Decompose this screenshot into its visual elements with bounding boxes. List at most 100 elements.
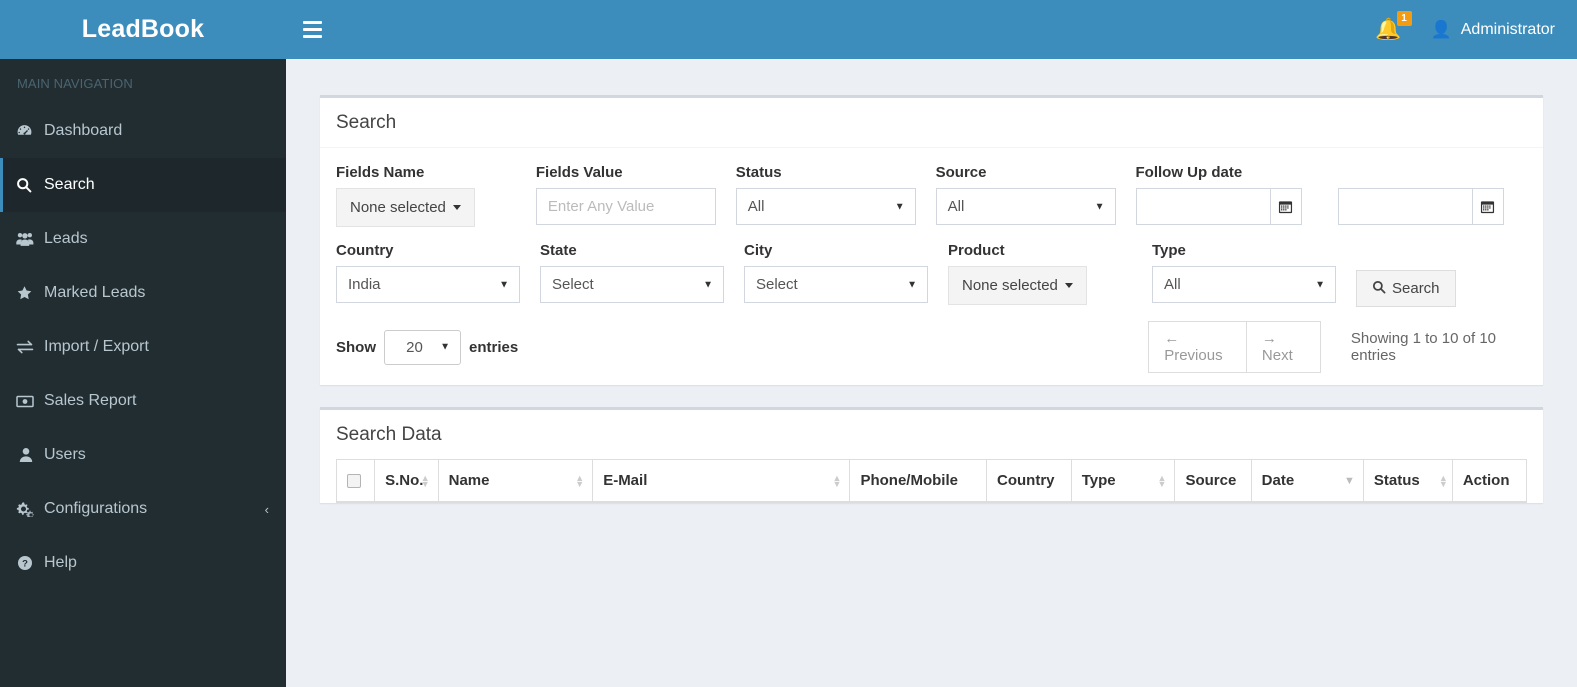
select-all-checkbox[interactable] [347, 474, 361, 489]
column-select-all[interactable] [335, 459, 376, 503]
hamburger-bar [302, 21, 322, 24]
product-value: None selected [962, 277, 1058, 294]
sidebar-item-label: Help [44, 554, 77, 571]
table-header-row: S.No. ▲ ▼ Name ▲ ▼ E-Mail ▲ ▼ Phone/Mobi… [335, 459, 1528, 503]
column-label: Date [1261, 472, 1295, 489]
state-select[interactable]: Select ▼ [540, 266, 724, 303]
follow-up-date-to-input[interactable] [1337, 188, 1472, 225]
country-value: India [348, 276, 381, 293]
search-data-title: Search Data [336, 424, 442, 445]
chevron-left-icon: ‹ [264, 501, 269, 517]
sidebar-item-leads[interactable]: Leads [0, 212, 286, 266]
column-label: E-Mail [603, 472, 648, 489]
sidebar-item-sales-report[interactable]: Sales Report [0, 374, 286, 428]
show-entries-suffix: entries [469, 338, 519, 356]
sidebar-item-search[interactable]: Search [0, 158, 286, 212]
type-select[interactable]: All ▼ [1152, 266, 1336, 303]
column-email[interactable]: E-Mail ▲ ▼ [592, 459, 851, 503]
column-status[interactable]: Status ▲ ▼ [1362, 459, 1453, 503]
sort-desc-icon: ▼ [1344, 474, 1355, 487]
search-icon [1372, 280, 1386, 298]
star-icon [16, 285, 44, 301]
sidebar-item-label: Search [44, 176, 95, 193]
city-value: Select [756, 276, 798, 293]
sidebar-item-marked-leads[interactable]: Marked Leads [0, 266, 286, 320]
state-value: Select [552, 276, 594, 293]
column-label: Type [1081, 472, 1116, 489]
sidebar-item-help[interactable]: ? Help [0, 536, 286, 590]
sidebar-item-configurations[interactable]: Configurations ‹ [0, 482, 286, 536]
fields-value-input[interactable] [535, 188, 716, 225]
chevron-down-icon: ▼ [907, 279, 917, 290]
column-type[interactable]: Type ▲ ▼ [1070, 459, 1176, 503]
pagination: ← Previous → Next [1148, 321, 1321, 373]
column-date[interactable]: Date ▼ [1250, 459, 1364, 503]
search-button-label: Search [1392, 280, 1440, 297]
source-label: Source [935, 164, 987, 181]
fields-value-label: Fields Value [535, 164, 623, 181]
showing-entries-info: Showing 1 to 10 of 10 entries [1350, 330, 1497, 364]
sort-icon: ▲ ▼ [1438, 472, 1448, 489]
notifications-button[interactable]: 🔔 1 [1358, 0, 1418, 59]
search-form-row-2: Country India ▼ State Select ▼ City Sele… [336, 242, 1527, 307]
calendar-icon[interactable] [1269, 188, 1302, 225]
app-logo[interactable]: LeadBook [0, 0, 286, 59]
search-data-table-wrap: S.No. ▲ ▼ Name ▲ ▼ E-Mail ▲ ▼ Phone/Mobi… [320, 459, 1543, 503]
hamburger-bar [302, 28, 322, 31]
sidebar-item-label: Dashboard [44, 122, 123, 139]
sidebar: MAIN NAVIGATION Dashboard Search Leads M… [0, 59, 286, 687]
column-sno[interactable]: S.No. ▲ ▼ [374, 459, 439, 503]
entries-per-page-value: 20 [406, 338, 423, 356]
sort-icon: ▲ ▼ [832, 472, 842, 489]
follow-up-date-from-input[interactable] [1135, 188, 1270, 225]
chevron-down-icon: ▼ [1094, 201, 1105, 212]
column-country[interactable]: Country [986, 459, 1072, 503]
follow-up-date-to [1337, 188, 1504, 225]
search-button[interactable]: Search [1356, 270, 1456, 307]
column-source[interactable]: Source [1174, 459, 1252, 503]
question-circle-icon: ? [16, 555, 44, 571]
search-form-row-1: Fields Name None selected Fields Value S… [336, 164, 1527, 227]
country-select[interactable]: India ▼ [336, 266, 520, 303]
user-icon: 👤 [1430, 19, 1452, 39]
status-select[interactable]: All ▼ [735, 188, 916, 225]
search-data-header: Search Data [320, 410, 1543, 459]
sidebar-item-label: Users [44, 446, 86, 463]
next-page-button[interactable]: → Next [1246, 321, 1321, 373]
user-menu[interactable]: 👤 Administrator [1419, 0, 1577, 59]
chevron-down-icon [1064, 283, 1073, 288]
column-phone-mobile[interactable]: Phone/Mobile [849, 459, 988, 503]
state-label: State [540, 242, 577, 259]
column-name[interactable]: Name ▲ ▼ [437, 459, 594, 503]
notification-badge: 1 [1396, 11, 1412, 26]
fields-name-multiselect[interactable]: None selected [336, 188, 475, 227]
hamburger-bar [302, 35, 322, 38]
previous-page-button[interactable]: ← Previous [1148, 321, 1247, 373]
money-icon [16, 394, 44, 409]
column-action: Action [1451, 459, 1528, 503]
users-group-icon [16, 231, 44, 247]
hamburger-icon[interactable] [286, 0, 338, 59]
user-icon [16, 447, 44, 463]
entries-per-page-select[interactable]: 20 ▼ [384, 329, 461, 365]
sidebar-item-users[interactable]: Users [0, 428, 286, 482]
product-label: Product [948, 242, 1005, 259]
product-multiselect[interactable]: None selected [948, 266, 1087, 305]
search-icon [16, 177, 44, 193]
user-name-label: Administrator [1460, 20, 1555, 38]
fields-value-group: Fields Value [535, 164, 736, 225]
sidebar-item-import-export[interactable]: Import / Export [0, 320, 286, 374]
dashboard-icon [16, 123, 44, 140]
city-label: City [744, 242, 773, 259]
calendar-icon[interactable] [1471, 188, 1504, 225]
sidebar-item-dashboard[interactable]: Dashboard [0, 104, 286, 158]
type-label: Type [1152, 242, 1186, 259]
source-select[interactable]: All ▼ [935, 188, 1116, 225]
top-navbar: 🔔 1 👤 Administrator [286, 0, 1577, 59]
type-group: Type All ▼ [1152, 242, 1356, 303]
sort-icon: ▲ ▼ [420, 472, 430, 489]
chevron-down-icon: ▼ [499, 279, 509, 290]
exchange-icon [16, 339, 44, 355]
city-select[interactable]: Select ▼ [744, 266, 928, 303]
state-group: State Select ▼ [540, 242, 744, 303]
